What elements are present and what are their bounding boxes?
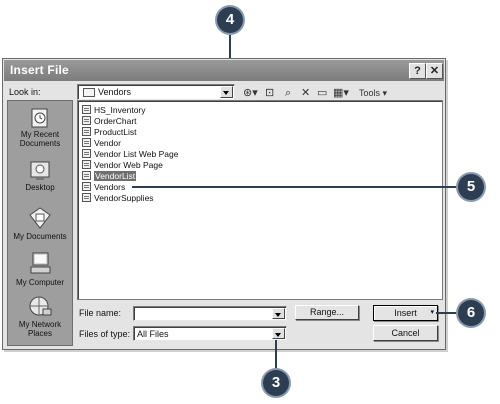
place-my-network-places[interactable]: My Network Places [8,295,72,338]
insert-file-dialog: Insert File ? ✕ Look in: Vendors ⊛▾ ⊡ ⌕ … [2,58,446,350]
places-bar: My Recent Documents Desktop My Documents [7,100,73,346]
file-item-selected[interactable]: VendorList [82,170,137,181]
look-in-combo[interactable]: Vendors [77,84,235,100]
look-in-value: Vendors [98,87,132,97]
file-icon [82,105,91,114]
place-my-computer[interactable]: My Computer [8,251,72,287]
back-icon[interactable]: ⊛▾ [243,86,258,100]
callout-5: 5 [458,174,484,200]
delete-icon[interactable]: ✕ [301,86,310,100]
network-places-icon [29,296,52,316]
files-of-type-label: Files of type: [79,329,131,339]
file-item[interactable]: Vendor Web Page [82,159,163,170]
place-label: My Computer [15,278,64,287]
place-label: Desktop [25,183,55,192]
callout-5-leader [132,186,462,188]
callout-3: 3 [263,370,289,396]
file-item[interactable]: Vendor [82,137,121,148]
views-icon[interactable]: ▦▾ [333,86,349,100]
file-item[interactable]: Vendor List Web Page [82,148,178,159]
file-icon [82,138,91,147]
place-desktop[interactable]: Desktop [8,160,72,192]
place-label: My Recent Documents [19,130,61,148]
desktop-icon [30,161,50,180]
callout-3-leader [275,340,277,370]
file-item[interactable]: HS_Inventory [82,104,146,115]
file-item[interactable]: Vendors [82,181,125,192]
insert-dropdown-icon[interactable]: ▾ [430,306,434,320]
file-item[interactable]: OrderChart [82,115,137,126]
files-of-type-dropdown-arrow[interactable] [272,328,285,339]
recent-documents-icon [31,108,48,128]
file-list[interactable]: HS_Inventory OrderChart ProductList Vend… [77,100,443,300]
place-my-documents[interactable]: My Documents [8,205,72,241]
files-of-type-value: All Files [137,329,169,339]
file-icon [82,193,91,202]
help-button[interactable]: ? [409,63,426,79]
insert-button[interactable]: Insert ▾ [373,305,438,321]
file-icon [82,116,91,125]
title-bar[interactable]: Insert File ? ✕ [4,60,444,81]
file-icon [82,127,91,136]
dialog-title: Insert File [10,63,69,77]
my-computer-icon [30,252,51,274]
files-of-type-combo[interactable]: All Files [133,326,287,341]
my-documents-icon [29,207,51,229]
search-web-icon[interactable]: ⌕ [285,86,291,100]
cancel-button[interactable]: Cancel [373,325,438,341]
toolbar: ⊛▾ ⊡ ⌕ ✕ ▭ ▦▾ Tools ▾ [241,83,441,101]
file-item[interactable]: ProductList [82,126,137,137]
look-in-label: Look in: [9,87,41,97]
look-in-dropdown-arrow[interactable] [220,86,233,98]
file-name-combo[interactable] [133,306,287,321]
file-icon [82,149,91,158]
tools-menu[interactable]: Tools ▾ [359,86,387,100]
place-label: My Documents [13,232,67,241]
folder-icon [83,88,95,97]
place-label: My Network Places [18,320,62,338]
callout-4: 4 [217,7,243,33]
file-icon [82,160,91,169]
file-icon [82,171,91,180]
range-button[interactable]: Range... [295,305,359,320]
new-folder-icon[interactable]: ▭ [317,86,327,100]
callout-6: 6 [458,300,484,326]
file-icon [82,182,91,191]
file-name-label: File name: [79,308,122,318]
file-name-dropdown-arrow[interactable] [272,308,285,319]
up-folder-icon[interactable]: ⊡ [265,86,274,100]
close-button[interactable]: ✕ [426,63,443,79]
place-my-recent-documents[interactable]: My Recent Documents [8,107,72,148]
file-item[interactable]: VendorSupplies [82,192,154,203]
